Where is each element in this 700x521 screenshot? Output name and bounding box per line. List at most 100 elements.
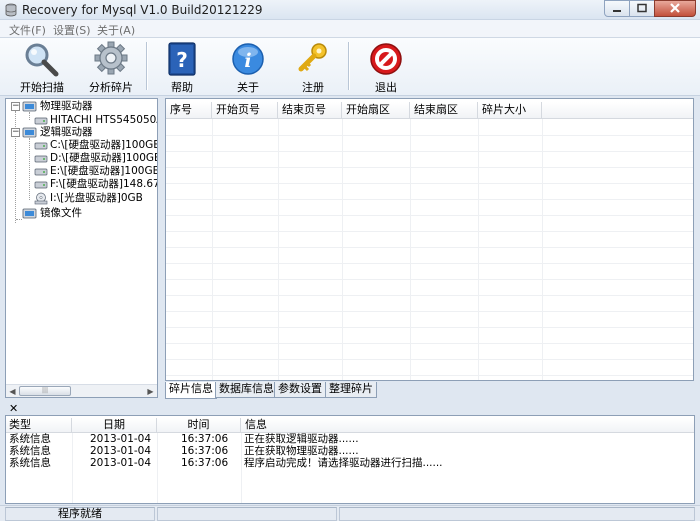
grid-header: 序号 开始页号 结束页号 开始扇区 结束扇区 碎片大小: [166, 102, 693, 119]
tree-node-logical[interactable]: 逻辑驱动器: [22, 126, 93, 139]
tree-node-drive-d[interactable]: D:\[硬盘驱动器]100GB: [34, 152, 157, 165]
menu-file[interactable]: 文件(F): [9, 22, 46, 38]
log-info: 正在获取物理驱动器......: [244, 445, 359, 457]
grid-col-start-sector[interactable]: 开始扇区: [342, 102, 410, 119]
grid-divider: [166, 359, 693, 360]
log-time: 16:37:06: [181, 457, 229, 469]
grid-divider: [166, 167, 693, 168]
tree-expander[interactable]: −: [11, 102, 20, 111]
tree-connector: [29, 112, 30, 120]
disk-icon: [34, 155, 48, 163]
grid-divider: [478, 119, 479, 380]
register-button[interactable]: 注册: [291, 38, 335, 96]
register-label: 注册: [302, 81, 324, 94]
drive-tree[interactable]: − 物理驱动器 HITACHI HTS545050A7E − 逻辑驱动器 C:\…: [5, 98, 158, 398]
menu-settings[interactable]: 设置(S): [53, 22, 91, 38]
close-icon: [670, 3, 680, 13]
log-row[interactable]: 系统信息 2013-01-04 16:37:06 正在获取物理驱动器......: [6, 445, 694, 457]
start-scan-label: 开始扫描: [20, 81, 64, 94]
close-log-icon[interactable]: ✕: [9, 402, 18, 415]
grid-divider: [166, 199, 693, 200]
grid-divider: [166, 135, 693, 136]
grid-divider: [166, 327, 693, 328]
log-time: 16:37:06: [181, 433, 229, 445]
tree-node-physical[interactable]: 物理驱动器: [22, 100, 93, 113]
grid-divider: [278, 119, 279, 380]
tree-label-drive-i: I:\[光盘驱动器]0GB: [50, 192, 143, 204]
window-title: Recovery for Mysql V1.0 Build20121229: [22, 3, 263, 17]
grid-divider: [166, 183, 693, 184]
exit-label: 退出: [375, 81, 397, 94]
log-row[interactable]: 系统信息 2013-01-04 16:37:06 正在获取逻辑驱动器......: [6, 433, 694, 445]
analyze-fragments-button[interactable]: 分析碎片: [86, 38, 136, 96]
hard-drive-icon: [22, 127, 37, 138]
status-text: 程序就绪: [5, 507, 155, 521]
close-button[interactable]: [654, 0, 696, 17]
maximize-button[interactable]: [629, 0, 655, 17]
exit-icon: [370, 43, 402, 75]
cd-drive-icon: [34, 192, 48, 205]
log-col-type[interactable]: 类型: [6, 418, 72, 433]
scroll-right-icon[interactable]: ▶: [145, 386, 156, 397]
tab-database-info[interactable]: 数据库信息: [215, 382, 278, 398]
key-icon: [298, 43, 327, 72]
tree-label-logical: 逻辑驱动器: [40, 126, 93, 138]
scroll-thumb[interactable]: |||: [19, 386, 71, 396]
grid-divider: [166, 295, 693, 296]
menu-bar: 文件(F) 设置(S) 关于(A): [0, 20, 700, 38]
tree-expander[interactable]: −: [11, 128, 20, 137]
log-date: 2013-01-04: [90, 433, 152, 445]
tree-label-image: 镜像文件: [40, 207, 82, 219]
grid-col-end-sector[interactable]: 结束扇区: [410, 102, 478, 119]
grid-col-start-page[interactable]: 开始页号: [212, 102, 278, 119]
grid-divider: [166, 247, 693, 248]
grid-divider: [166, 215, 693, 216]
grid-divider: [410, 119, 411, 380]
log-type: 系统信息: [9, 445, 51, 457]
grid-divider: [212, 119, 213, 380]
tree-node-drive-c[interactable]: C:\[硬盘驱动器]100GB: [34, 139, 157, 152]
log-info: 程序启动完成！请选择驱动器进行扫描......: [244, 457, 443, 469]
info-icon: i: [232, 43, 264, 75]
exit-button[interactable]: 退出: [364, 38, 408, 96]
log-col-info[interactable]: 信息: [241, 418, 694, 433]
tree-label-drive-e: E:\[硬盘驱动器]100GB: [50, 165, 158, 177]
tree-label-drive-f: F:\[硬盘驱动器]148.67GB: [50, 178, 157, 190]
grid-col-end-page[interactable]: 结束页号: [278, 102, 342, 119]
hard-drive-icon: [22, 101, 37, 112]
fragment-grid[interactable]: 序号 开始页号 结束页号 开始扇区 结束扇区 碎片大小: [165, 98, 694, 381]
grid-divider: [166, 279, 693, 280]
svg-text:i: i: [244, 50, 251, 72]
log-panel[interactable]: 类型 日期 时间 信息 系统信息 2013-01-04 16:37:06 正在获…: [5, 415, 695, 504]
grid-divider: [166, 375, 693, 376]
analyze-fragments-label: 分析碎片: [89, 81, 133, 94]
tree-node-drive-f[interactable]: F:\[硬盘驱动器]148.67GB: [34, 178, 157, 191]
grid-col-fragment-size[interactable]: 碎片大小: [478, 102, 542, 119]
log-type: 系统信息: [9, 457, 51, 469]
minimize-button[interactable]: [604, 0, 630, 17]
log-row[interactable]: 系统信息 2013-01-04 16:37:06 程序启动完成！请选择驱动器进行…: [6, 457, 694, 469]
gear-icon: [94, 41, 128, 75]
log-header: 类型 日期 时间 信息: [6, 418, 694, 433]
log-col-date[interactable]: 日期: [72, 418, 157, 433]
tree-horizontal-scrollbar[interactable]: ◀ ||| ▶: [6, 384, 157, 397]
toolbar-separator: [146, 42, 147, 90]
tree-node-drive-i[interactable]: I:\[光盘驱动器]0GB: [34, 192, 143, 205]
start-scan-button[interactable]: 开始扫描: [17, 38, 67, 96]
tab-organize-fragments[interactable]: 整理碎片: [325, 382, 377, 398]
grid-col-index[interactable]: 序号: [166, 102, 212, 119]
tab-fragment-info[interactable]: 碎片信息: [165, 382, 217, 399]
grid-divider: [166, 311, 693, 312]
maximize-icon: [637, 3, 647, 13]
log-type: 系统信息: [9, 433, 51, 445]
tree-node-image[interactable]: 镜像文件: [22, 207, 82, 220]
about-button[interactable]: i 关于: [226, 38, 270, 96]
status-panel: [157, 507, 337, 521]
tree-node-drive-e[interactable]: E:\[硬盘驱动器]100GB: [34, 165, 158, 178]
log-col-time[interactable]: 时间: [157, 418, 241, 433]
tab-parameter-settings[interactable]: 参数设置: [274, 382, 326, 398]
help-button[interactable]: ? 帮助: [160, 38, 204, 96]
menu-about[interactable]: 关于(A): [97, 22, 135, 38]
scroll-left-icon[interactable]: ◀: [7, 386, 18, 397]
magnifier-icon: [25, 43, 59, 77]
